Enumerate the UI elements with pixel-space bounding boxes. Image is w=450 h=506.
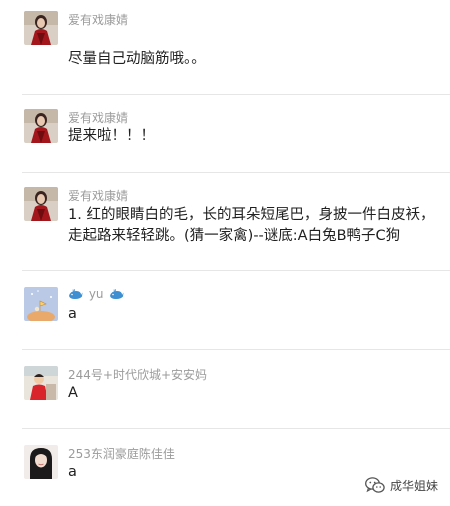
nickname-text: yu [88, 287, 104, 301]
comment-text: 提来啦！！！ [68, 126, 438, 147]
comment-nickname: 爱有戏康婧 [68, 111, 129, 125]
comment-text: 尽量自己动脑筋哦。。 [68, 49, 438, 70]
comment-line: a [68, 306, 77, 322]
avatar[interactable] [24, 445, 58, 479]
avatar[interactable] [24, 187, 58, 221]
wechat-icon [365, 477, 385, 493]
child-photo-avatar-icon [24, 366, 58, 400]
comment-nickname: yu [68, 287, 124, 301]
divider [22, 172, 450, 173]
cartoon-planet-avatar-icon [24, 287, 58, 321]
divider [22, 349, 450, 350]
portrait-red-dress-avatar-icon [24, 109, 58, 143]
comment-line: 走起路来轻轻跳。(猜一家禽)--谜底:A白兔B鸭子C狗 [68, 228, 401, 244]
divider [22, 94, 450, 95]
portrait-red-dress-avatar-icon [24, 11, 58, 45]
avatar[interactable] [24, 11, 58, 45]
watermark-text: 成华姐妹 [389, 479, 438, 493]
comment-line: 尽量自己动脑筋哦。。 [68, 51, 206, 67]
avatar[interactable] [24, 287, 58, 321]
comment-text: A [68, 383, 438, 404]
account-watermark: 成华姐妹 [365, 477, 438, 494]
comment-nickname: 爱有戏康婧 [68, 13, 129, 27]
comment-line: 提来啦！！！ [68, 128, 155, 144]
woman-portrait-avatar-icon [24, 445, 58, 479]
comment-text: a [68, 304, 438, 325]
portrait-red-dress-avatar-icon [24, 187, 58, 221]
whale-icon [69, 289, 83, 299]
divider [22, 428, 450, 429]
divider [22, 270, 450, 271]
comment-text: 1. 红的眼睛白的毛，长的耳朵短尾巴，身披一件白皮袄， 走起路来轻轻跳。(猜一家… [68, 205, 438, 247]
avatar[interactable] [24, 109, 58, 143]
comment-line: 1. 红的眼睛白的毛，长的耳朵短尾巴，身披一件白皮袄， [68, 207, 435, 223]
comment-nickname: 爱有戏康婧 [68, 189, 129, 203]
whale-icon [110, 289, 124, 299]
comment-line: A [68, 385, 78, 401]
comment-nickname: 244号+时代欣城+安安妈 [68, 368, 208, 382]
avatar[interactable] [24, 366, 58, 400]
comment-nickname: 253东润豪庭陈佳佳 [68, 447, 175, 461]
